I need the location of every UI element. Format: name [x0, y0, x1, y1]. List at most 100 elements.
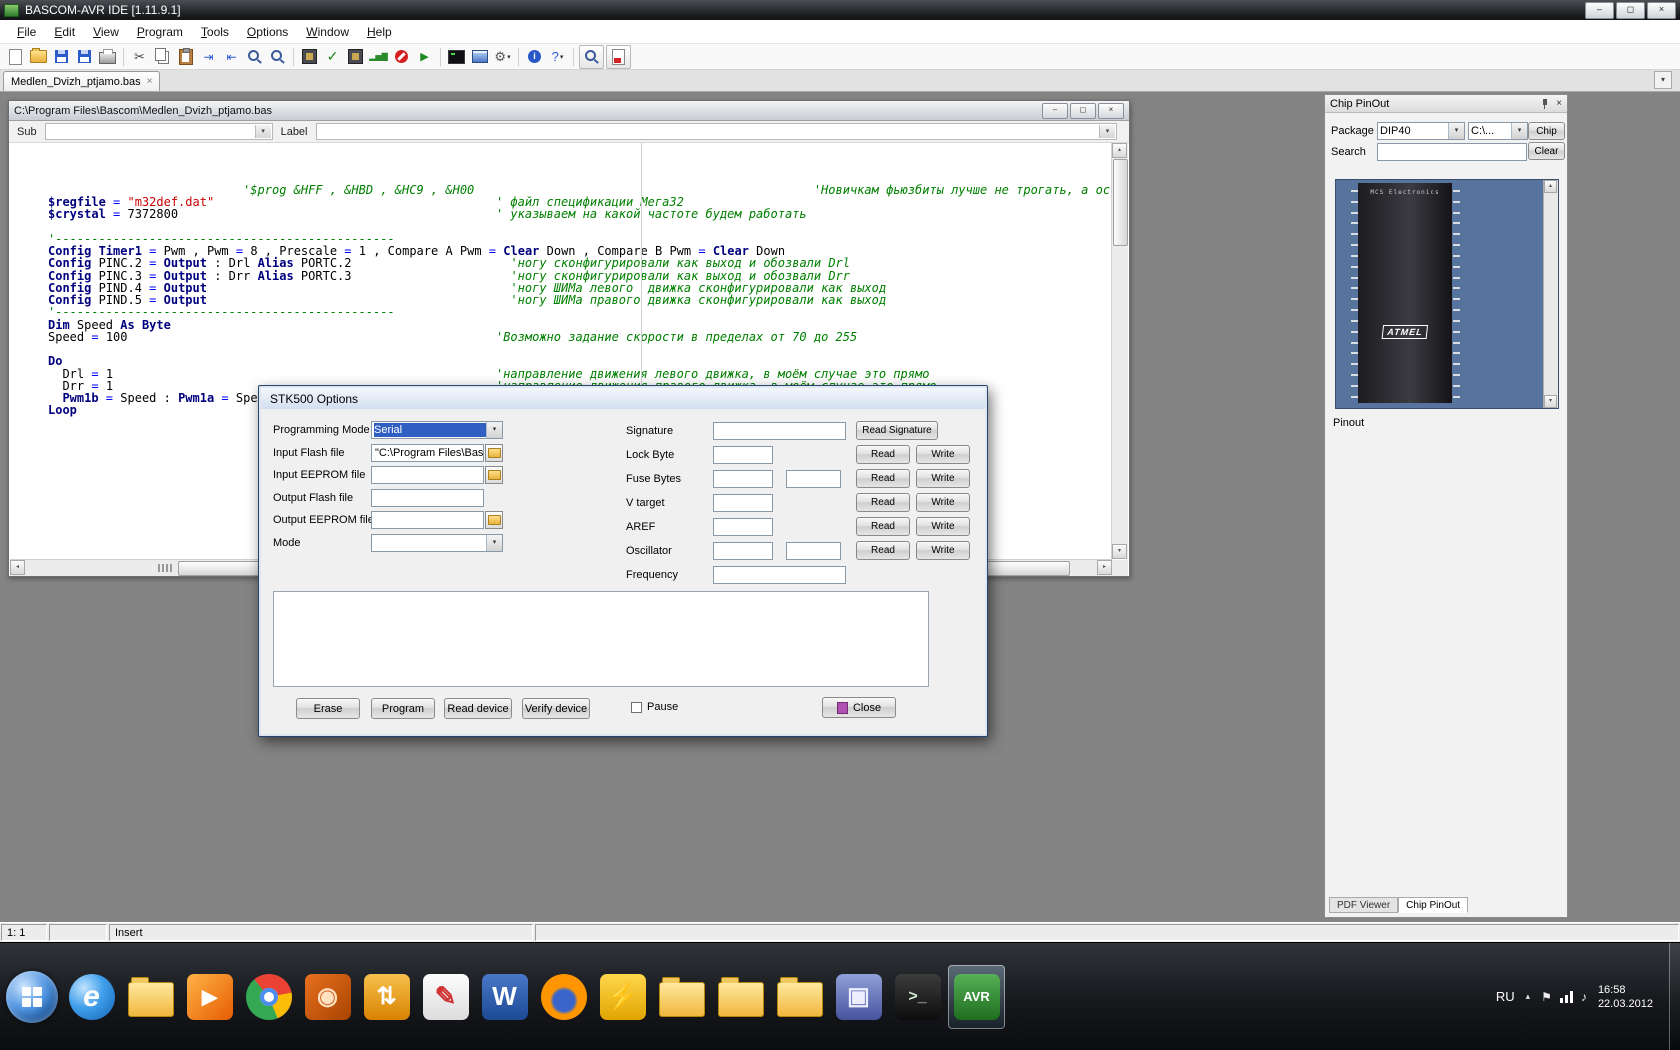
scroll-up-icon[interactable]: ▴: [1112, 143, 1127, 158]
aref-field[interactable]: [713, 518, 773, 536]
viewport-scrollbar[interactable]: ▴ ▾: [1543, 180, 1558, 408]
read-button[interactable]: Read: [856, 445, 910, 464]
program-chip-icon[interactable]: [298, 46, 321, 68]
package-dropdown[interactable]: DIP40: [1377, 122, 1465, 140]
info-icon[interactable]: i: [523, 46, 546, 68]
find-icon[interactable]: [243, 46, 266, 68]
menu-tools[interactable]: Tools: [192, 22, 238, 42]
write-button[interactable]: Write: [916, 517, 970, 536]
write-button[interactable]: Write: [916, 541, 970, 560]
frequency-field[interactable]: [713, 566, 846, 584]
editor-close-button[interactable]: ×: [1098, 103, 1124, 119]
daemon-tools[interactable]: ⚡: [594, 965, 651, 1029]
show-desktop-button[interactable]: [1669, 943, 1680, 1050]
vertical-scroll-thumb[interactable]: [1113, 159, 1128, 246]
write-button[interactable]: Write: [916, 445, 970, 464]
scroll-up-icon[interactable]: ▴: [1544, 180, 1557, 193]
file-explorer[interactable]: [122, 965, 179, 1029]
tab-overflow-button[interactable]: ▾: [1654, 71, 1672, 89]
write-button[interactable]: Write: [916, 493, 970, 512]
sub-dropdown[interactable]: [45, 123, 273, 140]
tab-pdf-viewer[interactable]: PDF Viewer: [1329, 897, 1398, 913]
network-icon[interactable]: [1560, 991, 1573, 1003]
output-flash-file-input[interactable]: [371, 489, 484, 507]
tab-chip-pinout[interactable]: Chip PinOut: [1398, 897, 1468, 913]
media-player[interactable]: ▸: [181, 965, 238, 1029]
browse-button[interactable]: [485, 511, 503, 529]
compile-icon[interactable]: [344, 46, 367, 68]
search-input[interactable]: [1377, 143, 1527, 161]
print-icon[interactable]: [96, 46, 119, 68]
menu-program[interactable]: Program: [128, 22, 192, 42]
tab-close-icon[interactable]: ×: [147, 76, 153, 87]
maximize-button[interactable]: ◻: [1616, 2, 1645, 19]
scroll-right-icon[interactable]: ▸: [1097, 560, 1112, 575]
notes-editor[interactable]: ✎: [417, 965, 474, 1029]
chrome[interactable]: [240, 965, 297, 1029]
clear-button[interactable]: Clear: [1528, 142, 1565, 160]
terminal-icon[interactable]: [445, 46, 468, 68]
signature-field[interactable]: [713, 422, 846, 440]
simulate-icon[interactable]: ▶: [413, 46, 436, 68]
editor-minimize-button[interactable]: –: [1042, 103, 1068, 119]
scroll-down-icon[interactable]: ▾: [1112, 544, 1127, 559]
syntax-check-icon[interactable]: ✓: [321, 46, 344, 68]
minimize-button[interactable]: –: [1585, 2, 1614, 19]
pdf-view-icon[interactable]: [606, 45, 631, 69]
firefox[interactable]: [535, 965, 592, 1029]
tray-expand-icon[interactable]: ▴: [1526, 991, 1531, 1002]
menu-options[interactable]: Options: [238, 22, 297, 42]
save-all-icon[interactable]: [73, 46, 96, 68]
lcd-designer-icon[interactable]: [468, 46, 491, 68]
options-icon[interactable]: ⚙▾: [491, 46, 514, 68]
pause-checkbox[interactable]: [631, 702, 642, 713]
v-target-field[interactable]: [713, 494, 773, 512]
start-button[interactable]: [6, 971, 58, 1023]
new-file-icon[interactable]: [4, 46, 27, 68]
lock-byte-field[interactable]: [713, 446, 773, 464]
bascom-avr[interactable]: AVR: [948, 965, 1005, 1029]
read-device-button[interactable]: Read device: [444, 698, 512, 719]
panel-close-icon[interactable]: ×: [1556, 98, 1562, 109]
write-button[interactable]: Write: [916, 469, 970, 488]
menu-file[interactable]: File: [8, 22, 45, 42]
tab-medlen-dvizh[interactable]: Medlen_Dvizh_ptjamo.bas ×: [3, 71, 160, 91]
splitter-handle[interactable]: [158, 564, 172, 572]
browse-button[interactable]: [485, 466, 503, 484]
scroll-down-icon[interactable]: ▾: [1544, 395, 1557, 408]
chip-button[interactable]: Chip: [1528, 122, 1565, 140]
shared-folder-2[interactable]: [712, 965, 769, 1029]
oscillator-field-2[interactable]: [786, 542, 841, 560]
editor-maximize-button[interactable]: ◻: [1070, 103, 1096, 119]
help-icon[interactable]: ?▾: [546, 46, 569, 68]
paste-icon[interactable]: [174, 46, 197, 68]
read-button[interactable]: Read: [856, 469, 910, 488]
dropdown-arrow-icon[interactable]: [1511, 123, 1527, 139]
word[interactable]: W: [476, 965, 533, 1029]
open-file-icon[interactable]: [27, 46, 50, 68]
photo-viewer[interactable]: ◉: [299, 965, 356, 1029]
read-button[interactable]: Read: [856, 493, 910, 512]
utility-app[interactable]: ▣: [830, 965, 887, 1029]
path-dropdown[interactable]: C:\...: [1468, 122, 1528, 140]
erase-button[interactable]: Erase: [296, 698, 360, 719]
dialog-titlebar[interactable]: STK500 Options: [261, 388, 985, 409]
browse-button[interactable]: [485, 444, 503, 462]
menu-window[interactable]: Window: [297, 22, 358, 42]
outdent-icon[interactable]: ⇤: [220, 46, 243, 68]
volume-icon[interactable]: ♪: [1581, 990, 1587, 1004]
programming-mode-select[interactable]: Serial: [371, 421, 503, 439]
pdf-zoom-icon[interactable]: [579, 45, 604, 69]
internet-explorer[interactable]: e: [63, 965, 120, 1029]
fuse-bytes-field-1[interactable]: [713, 470, 773, 488]
label-dropdown[interactable]: [316, 123, 1118, 140]
shared-folder-1[interactable]: [653, 965, 710, 1029]
fuse-bytes-field-2[interactable]: [786, 470, 841, 488]
editor-titlebar[interactable]: C:\Program Files\Bascom\Medlen_Dvizh_ptj…: [9, 101, 1129, 121]
mode-select[interactable]: [371, 534, 503, 552]
shared-folder-3[interactable]: [771, 965, 828, 1029]
dialog-log-area[interactable]: [273, 591, 929, 687]
verify-device-button[interactable]: Verify device: [522, 698, 590, 719]
oscillator-field-1[interactable]: [713, 542, 773, 560]
command-prompt[interactable]: >_: [889, 965, 946, 1029]
